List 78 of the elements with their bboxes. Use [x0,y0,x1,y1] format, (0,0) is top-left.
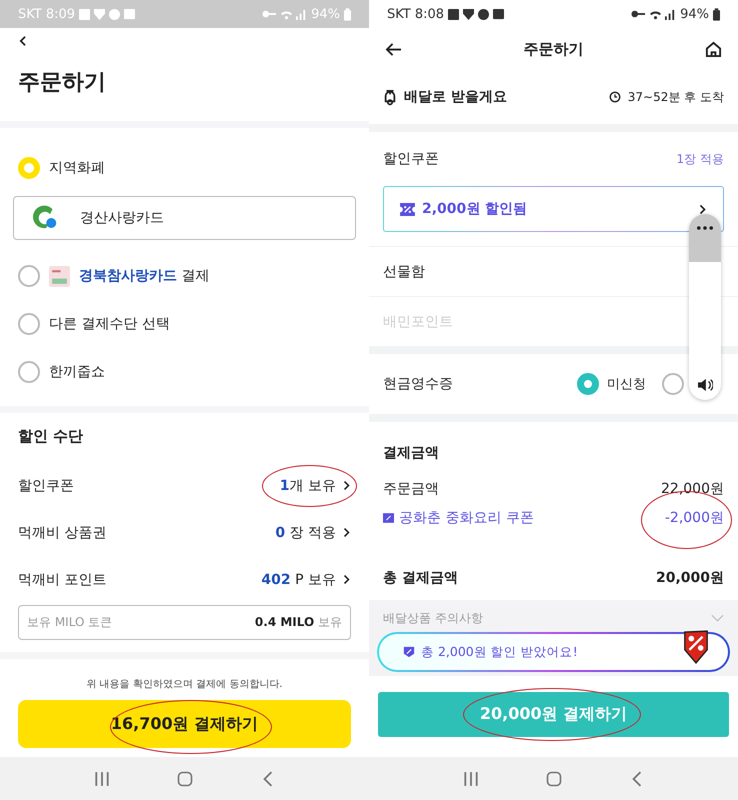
image-icon [493,8,504,20]
note-icon [79,8,90,20]
circle-badge-icon [109,8,120,20]
chevron-icon [342,527,351,538]
line-amount: 22,000원 [661,480,724,496]
clock-icon [608,91,621,103]
key-icon [262,9,278,19]
ticket-icon [383,512,394,522]
option-label[interactable]: 미신청 [607,375,646,393]
row-value[interactable]: 402 P 보유 [261,570,336,588]
page-title: 주문하기 [524,40,584,58]
section-title: 결제금액 [383,444,440,462]
row-label[interactable]: 선물함 [383,262,425,280]
option-label[interactable]: 한끼줍쇼 [49,363,105,381]
wifi-icon [650,8,662,20]
row-label: 할인쿠폰 [383,150,439,168]
recent-apps-icon[interactable] [462,770,478,786]
option-label[interactable]: 다른 결제수단 선택 [49,315,170,333]
eta-text: 37~52분 후 도착 [628,88,724,106]
chevron-icon [342,574,351,585]
ticket-icon [400,202,415,216]
radio-button[interactable] [662,373,684,395]
home-icon[interactable] [705,40,722,58]
key-icon [631,9,646,19]
applied-count[interactable]: 1장 적용 [676,150,724,168]
radio-button[interactable] [18,265,40,287]
discount-toast: 총 2,000원 할인 받았어요! [377,632,730,672]
token-field[interactable]: 보유 MILO 토큰 0.4 MILO 보유 [18,605,351,640]
total-label: 총 결제금액 [383,569,458,587]
radio-button[interactable] [18,313,40,335]
back-arrow-icon[interactable] [385,42,402,56]
option-label[interactable]: 경북참사랑카드 결제 [79,267,210,285]
image-icon [124,8,136,20]
total-amount: 20,000원 [656,569,724,587]
field-label: 보유 MILO 토큰 [27,614,112,631]
card-select-box[interactable]: 경산사랑카드 [13,196,356,240]
agreement-text: 위 내용을 확인하였으며 결제에 동의합니다. [86,678,282,691]
row-value[interactable]: 0 장 적용 [275,524,336,542]
row-label: 먹깨비 포인트 [18,570,106,588]
back-icon[interactable] [18,34,27,46]
status-time: SKT 8:08 [387,6,444,22]
circle-badge-icon [478,8,490,20]
page-title: 주문하기 [17,69,107,97]
card-name: 경산사랑카드 [80,209,164,227]
option-label[interactable]: 지역화폐 [49,159,105,177]
pay-button[interactable]: 16,700원 결제하기 [18,700,351,748]
row-label: 먹깨비 상품권 [18,524,106,542]
field-value: 0.4 MILO 보유 [254,614,342,631]
radio-button[interactable] [577,373,599,395]
row-value[interactable]: 1개 보유 [280,476,336,494]
signal-icon [296,8,308,20]
line-label: 주문금액 [383,480,439,498]
battery-icon [713,8,720,20]
chevron-icon [698,202,707,216]
recent-apps-icon[interactable] [94,770,110,786]
scooter-icon [383,88,397,106]
line-amount: -2,000원 [664,510,724,526]
chevron-icon [342,480,351,491]
chevron-down-icon [711,614,724,622]
note-icon [448,8,460,20]
battery-icon [344,8,351,20]
line-label: 공화춘 중화요리 쿠폰 [399,508,534,526]
speaker-icon[interactable] [697,378,713,392]
percent-tag-icon [682,629,710,665]
more-icon[interactable] [697,226,713,230]
signal-icon [665,8,676,20]
shield-icon [463,8,474,20]
card-thumbnail-icon [49,266,70,286]
wifi-icon [281,8,292,20]
radio-button[interactable] [18,361,40,383]
section-title: 할인 수단 [18,427,84,446]
row-label: 할인쿠폰 [18,476,74,494]
row-label: 현금영수증 [383,375,453,393]
coupon-banner[interactable]: 2,000원 할인됨 [383,186,724,232]
shield-icon [94,8,106,20]
badge-icon [403,646,415,658]
battery-percent: 94% [680,6,709,22]
delivery-label: 배달로 받을게요 [404,88,507,106]
